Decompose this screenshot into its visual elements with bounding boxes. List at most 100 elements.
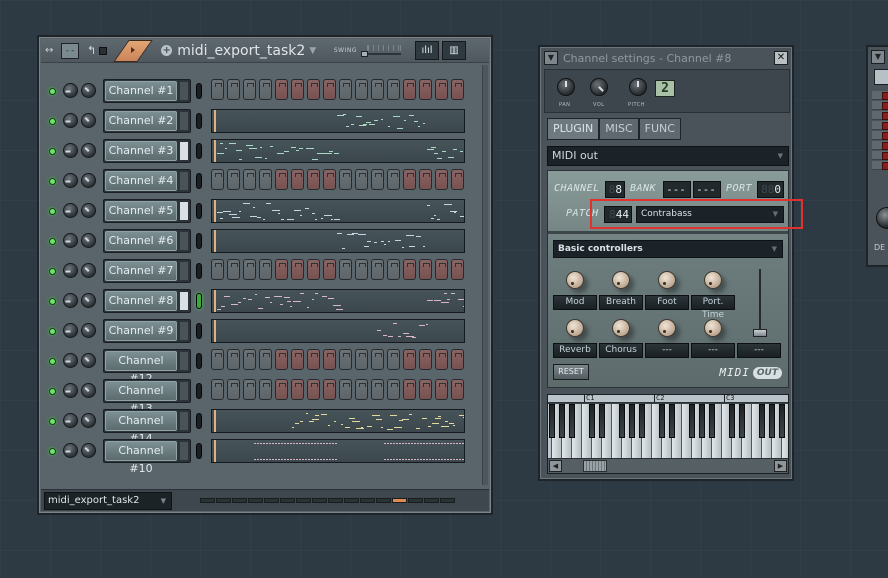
mute-led[interactable] (49, 358, 56, 365)
bank-msb-display[interactable]: --- (663, 181, 691, 198)
channel-button[interactable]: Channel #1 (103, 79, 191, 103)
list-item[interactable] (872, 121, 888, 130)
step-button[interactable] (403, 259, 416, 280)
step-button[interactable] (371, 169, 384, 190)
step-button[interactable] (403, 349, 416, 370)
channel-pan-knob[interactable] (63, 143, 78, 158)
step-button[interactable] (307, 259, 320, 280)
foot-knob[interactable] (658, 271, 676, 289)
channel-pan-knob[interactable] (63, 353, 78, 368)
channel-select-indicator[interactable] (180, 262, 188, 280)
channel-button[interactable]: Channel #7 (103, 259, 191, 283)
black-key[interactable] (689, 404, 695, 438)
step-button[interactable] (323, 349, 336, 370)
breath-knob[interactable] (612, 271, 630, 289)
pattern-step[interactable] (424, 498, 439, 503)
step-button[interactable] (259, 349, 272, 370)
step-button[interactable] (227, 379, 240, 400)
step-button[interactable] (435, 379, 448, 400)
step-button[interactable] (211, 79, 224, 100)
channel-select-indicator[interactable] (180, 232, 188, 250)
channel-button[interactable]: Channel #12 (103, 349, 191, 385)
step-button[interactable] (339, 349, 352, 370)
step-button[interactable] (307, 169, 320, 190)
channel-volume-knob[interactable] (81, 293, 96, 308)
window-menu-icon[interactable]: ▼ (871, 50, 885, 64)
channel-button[interactable]: Channel #10 (103, 439, 191, 475)
volume-knob[interactable] (590, 78, 608, 96)
mute-led[interactable] (49, 418, 56, 425)
channel-settings-titlebar[interactable]: ▼ Channel settings - Channel #8 ✕ (542, 49, 790, 67)
step-button[interactable] (291, 349, 304, 370)
controller-8-knob[interactable] (704, 319, 722, 337)
step-button[interactable] (275, 259, 288, 280)
step-button[interactable] (291, 79, 304, 100)
chevron-down-icon[interactable]: ▼ (309, 46, 316, 56)
black-key[interactable] (549, 404, 555, 438)
step-button[interactable] (419, 349, 432, 370)
channel-volume-knob[interactable] (81, 173, 96, 188)
channel-volume-knob[interactable] (81, 233, 96, 248)
channel-volume-knob[interactable] (81, 413, 96, 428)
list-item[interactable] (872, 101, 888, 110)
swing-slider-thumb[interactable] (361, 50, 368, 57)
channel-pan-knob[interactable] (63, 203, 78, 218)
channel-pan-knob[interactable] (63, 233, 78, 248)
controller-7-knob[interactable] (658, 319, 676, 337)
pan-knob[interactable] (557, 78, 575, 96)
step-button[interactable] (259, 79, 272, 100)
pattern-menu-button[interactable] (113, 39, 155, 63)
step-button[interactable] (339, 169, 352, 190)
step-button[interactable] (371, 379, 384, 400)
pattern-step[interactable] (280, 498, 295, 503)
pattern-step[interactable] (200, 498, 215, 503)
black-key[interactable] (659, 404, 665, 438)
black-key[interactable] (759, 404, 765, 438)
channel-pan-knob[interactable] (63, 173, 78, 188)
piano-roll-preview[interactable] (211, 319, 465, 343)
channel-pan-knob[interactable] (63, 113, 78, 128)
scroll-right-icon[interactable]: ▶ (774, 460, 787, 472)
step-button[interactable] (387, 79, 400, 100)
step-button[interactable] (323, 169, 336, 190)
channel-button[interactable]: Channel #4 (103, 169, 191, 193)
mute-led[interactable] (49, 88, 56, 95)
port-time-knob[interactable] (704, 271, 722, 289)
mute-led[interactable] (49, 448, 56, 455)
black-key[interactable] (669, 404, 675, 438)
channel-button[interactable]: Channel #14 (103, 409, 191, 445)
step-button[interactable] (307, 79, 320, 100)
channel-pan-knob[interactable] (63, 83, 78, 98)
pattern-step[interactable] (312, 498, 327, 503)
black-key[interactable] (709, 404, 715, 438)
step-button[interactable] (387, 169, 400, 190)
pattern-step[interactable] (376, 498, 391, 503)
list-item[interactable] (872, 141, 888, 150)
step-button[interactable] (339, 259, 352, 280)
channel-select-indicator[interactable] (180, 352, 188, 370)
step-button[interactable] (307, 379, 320, 400)
patch-select[interactable]: Contrabass ▼ (636, 206, 784, 223)
piano-roll-preview[interactable] (211, 289, 465, 313)
black-key[interactable] (699, 404, 705, 438)
channel-select-indicator[interactable] (180, 322, 188, 340)
piano-roll-preview[interactable] (211, 139, 465, 163)
step-button[interactable] (371, 349, 384, 370)
pattern-step[interactable] (296, 498, 311, 503)
pattern-step[interactable] (408, 498, 423, 503)
channel-select-indicator[interactable] (180, 382, 188, 400)
channel-pan-knob[interactable] (63, 443, 78, 458)
step-button[interactable] (451, 379, 464, 400)
channel-select-indicator[interactable] (180, 202, 188, 220)
black-key[interactable] (569, 404, 575, 438)
step-button[interactable] (355, 349, 368, 370)
channel-volume-knob[interactable] (81, 263, 96, 278)
mute-led[interactable] (49, 388, 56, 395)
folder-button[interactable] (874, 69, 888, 85)
bank-lsb-display[interactable]: --- (693, 181, 721, 198)
piano-roll-preview[interactable] (211, 439, 465, 463)
black-key[interactable] (599, 404, 605, 438)
piano-roll-preview[interactable] (211, 229, 465, 253)
step-button[interactable] (355, 79, 368, 100)
channel-pan-knob[interactable] (63, 413, 78, 428)
